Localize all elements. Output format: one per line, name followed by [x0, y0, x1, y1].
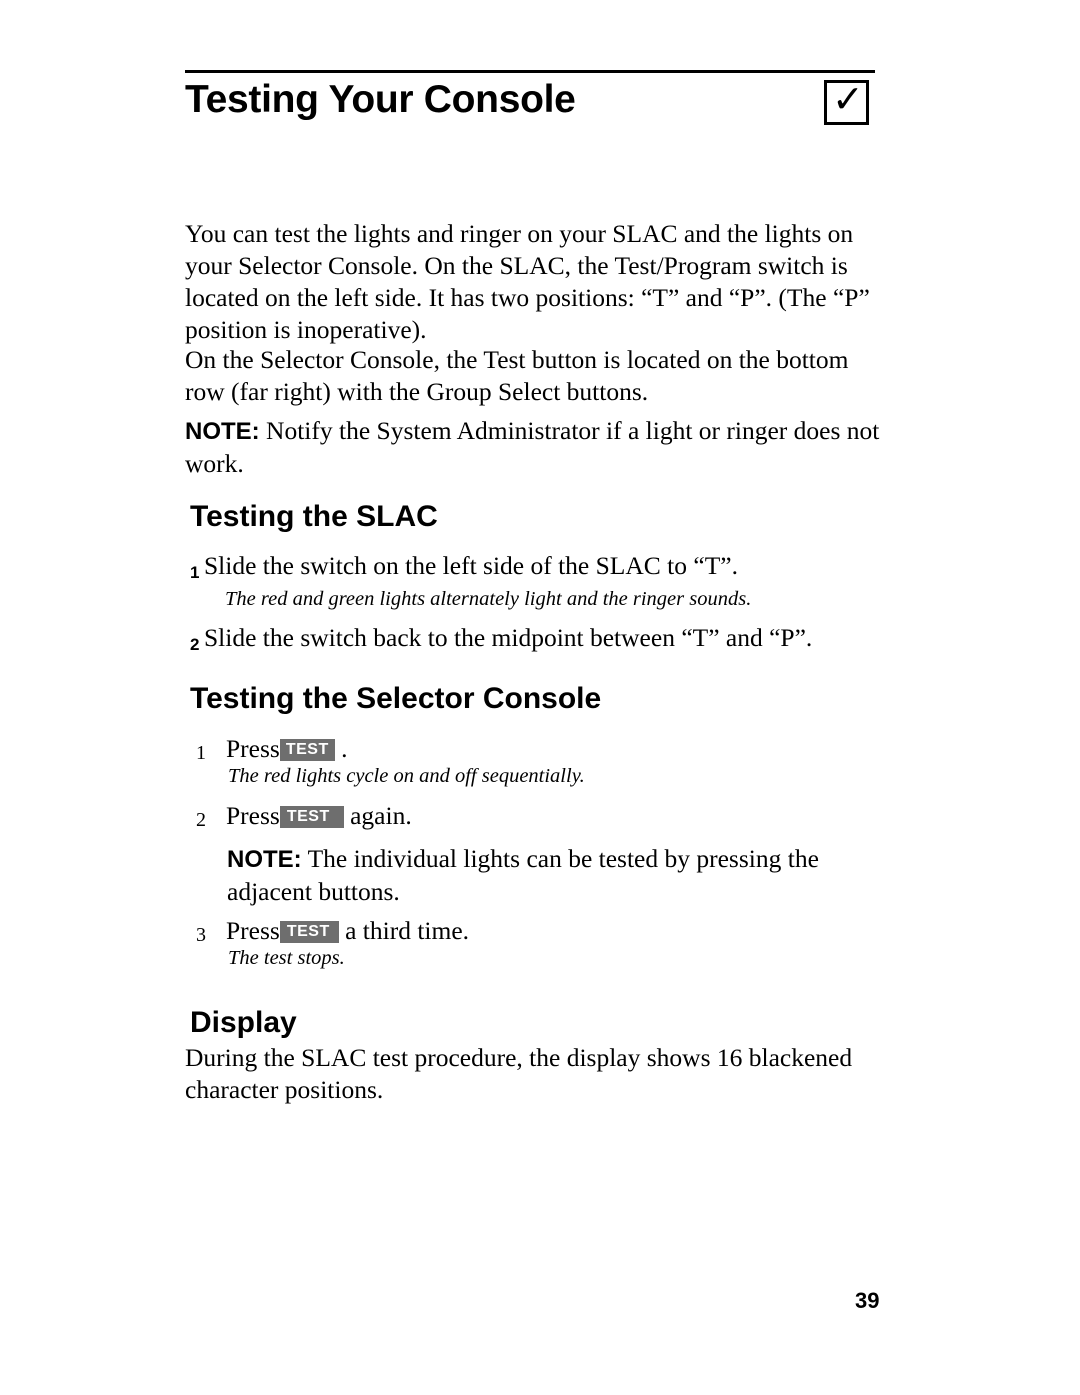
selector-step-2: 2 Press TEST again.: [196, 800, 896, 832]
note-paragraph: NOTE: Notify the System Administrator if…: [185, 415, 885, 480]
intro-paragraph: You can test the lights and ringer on yo…: [185, 219, 870, 344]
test-key-icon: TEST: [279, 739, 335, 761]
console-paragraph: On the Selector Console, the Test button…: [185, 345, 849, 406]
checkmark-icon: ✓: [824, 77, 869, 125]
slac-step-1-result: The red and green lights alternately lig…: [225, 588, 752, 610]
selector-step-3-post: a third time.: [338, 916, 470, 945]
heading-display: Display: [190, 1006, 297, 1039]
note-label: NOTE:: [185, 418, 260, 445]
slac-step-1-number: 1: [190, 563, 200, 582]
page-title: Testing Your Console: [185, 78, 576, 121]
slac-step-2: 2 Slide the switch back to the midpoint …: [190, 622, 910, 654]
header-divider: [185, 70, 875, 73]
page-number: 39: [855, 1288, 880, 1313]
selector-note-paragraph: NOTE: The individual lights can be teste…: [227, 843, 892, 908]
selector-note-label: NOTE:: [227, 846, 302, 873]
note-text: Notify the System Administrator if a lig…: [185, 416, 880, 478]
selector-note-text: The individual lights can be tested by p…: [227, 844, 819, 906]
test-key-icon: TEST: [279, 806, 344, 828]
selector-step-2-pre: Press: [226, 801, 280, 830]
selector-step-1-result: The red lights cycle on and off sequenti…: [228, 765, 585, 787]
heading-testing-the-slac: Testing the SLAC: [190, 500, 438, 533]
selector-step-3-number: 3: [196, 924, 206, 946]
selector-step-3-result: The test stops.: [228, 947, 345, 969]
selector-step-2-number: 2: [196, 809, 206, 831]
slac-step-1: 1 Slide the switch on the left side of t…: [190, 550, 890, 582]
selector-step-1-number: 1: [196, 742, 206, 764]
slac-step-2-text: Slide the switch back to the midpoint be…: [204, 623, 813, 652]
selector-step-1: 1 Press TEST .: [196, 733, 896, 765]
display-paragraph: During the SLAC test procedure, the disp…: [185, 1043, 853, 1104]
slac-step-1-text: Slide the switch on the left side of the…: [204, 551, 738, 580]
selector-step-1-pre: Press: [226, 734, 280, 763]
checkmark-glyph: ✓: [832, 77, 864, 121]
selector-step-3: 3 Press TEST a third time.: [196, 915, 896, 947]
test-key-icon: TEST: [279, 921, 339, 943]
manual-page: Testing Your Console ✓ You can test the …: [0, 0, 1080, 1395]
slac-step-2-number: 2: [190, 635, 200, 654]
selector-step-3-pre: Press: [226, 916, 280, 945]
selector-step-2-post: again.: [343, 801, 412, 830]
heading-testing-the-selector-console: Testing the Selector Console: [190, 682, 602, 715]
selector-step-1-post: .: [334, 734, 348, 763]
